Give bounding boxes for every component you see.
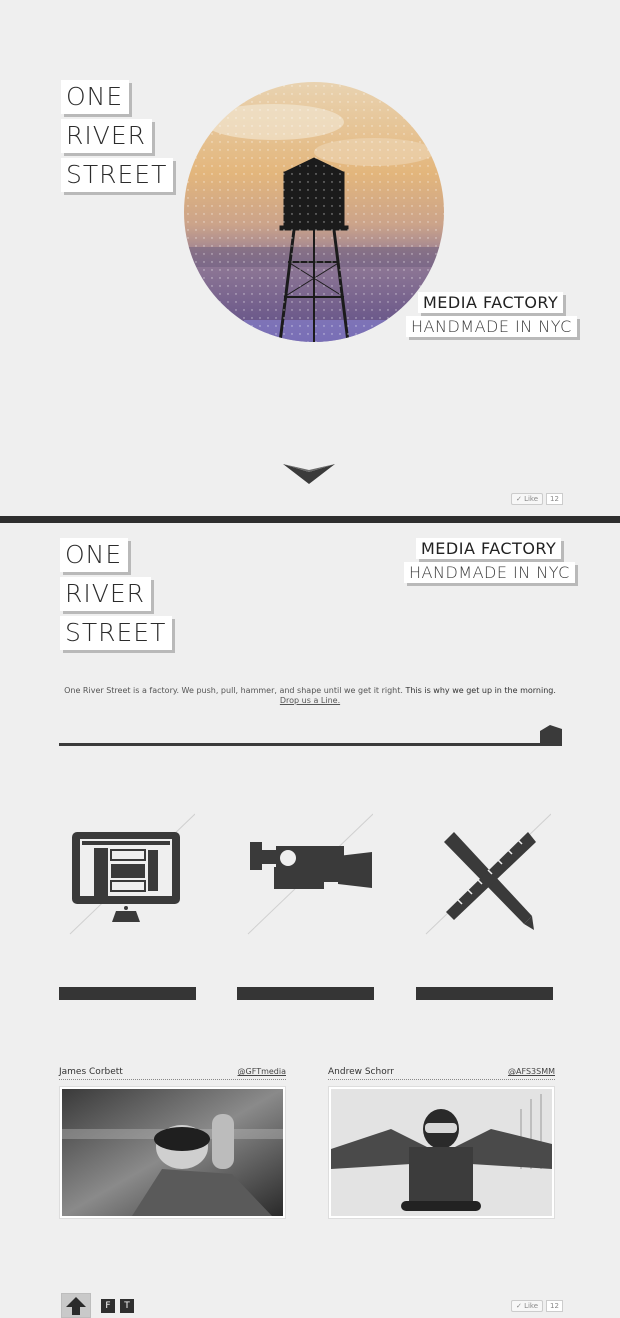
service-bar-video[interactable] (237, 987, 374, 1000)
video-camera-icon (250, 842, 372, 889)
pen-ruler-icon (444, 832, 536, 930)
logo-line-street: STREET (60, 616, 173, 650)
service-icon-video[interactable] (238, 812, 374, 941)
tagline-handmade: HANDMADE IN NYC (404, 562, 575, 583)
logo-line-river: RIVER (60, 577, 152, 611)
like-button[interactable]: ✓ Like (511, 1300, 544, 1312)
person-name: Andrew Schorr (328, 1067, 394, 1077)
tagline-media-factory: MEDIA FACTORY (418, 292, 564, 313)
back-to-top-button[interactable] (61, 1293, 91, 1318)
portrait-photo (59, 1086, 286, 1219)
like-widget-bottom[interactable]: ✓ Like 12 (511, 1300, 563, 1312)
team-card-james: James Corbett @GFTmedia (59, 1067, 286, 1219)
logo-line-one: ONE (61, 80, 130, 114)
twitter-link[interactable]: T (120, 1299, 134, 1313)
header-logo[interactable]: ONE RIVER STREET (60, 538, 173, 655)
service-icon-design[interactable] (416, 812, 552, 941)
intro-rule (59, 743, 562, 746)
service-bar-web[interactable] (59, 987, 196, 1000)
team-card-andrew: Andrew Schorr @AFS3SMM (328, 1067, 555, 1219)
logo-line-river: RIVER (61, 119, 153, 153)
hero-logo[interactable]: ONE RIVER STREET (61, 80, 174, 197)
scroll-down-chevron-icon[interactable] (283, 462, 335, 490)
header-tagline: MEDIA FACTORY HANDMADE IN NYC (404, 538, 575, 583)
like-button[interactable]: ✓ Like (511, 493, 544, 505)
facebook-link[interactable]: F (101, 1299, 115, 1313)
like-count: 12 (546, 493, 563, 505)
intro-sentence: One River Street is a factory. We push, … (64, 686, 403, 695)
twitter-handle-link[interactable]: @GFTmedia (238, 1067, 286, 1076)
service-bar-design[interactable] (416, 987, 553, 1000)
tagline-handmade: HANDMADE IN NYC (406, 316, 577, 337)
intro-emphasis: This is why we get up in the morning. (405, 686, 556, 695)
logo-line-one: ONE (60, 538, 129, 572)
like-widget-top[interactable]: ✓ Like 12 (511, 493, 563, 505)
portrait-photo (328, 1086, 555, 1219)
contact-link[interactable]: Drop us a Line. (280, 696, 340, 705)
water-tower-image (184, 82, 444, 342)
dotted-divider (59, 1079, 286, 1080)
twitter-handle-link[interactable]: @AFS3SMM (508, 1067, 555, 1076)
arrow-up-icon (66, 1296, 86, 1315)
logo-line-street: STREET (61, 158, 174, 192)
service-icon-web[interactable] (60, 812, 196, 941)
like-count: 12 (546, 1300, 563, 1312)
intro-text: One River Street is a factory. We push, … (60, 686, 560, 706)
monitor-icon (72, 832, 180, 922)
person-name: James Corbett (59, 1067, 123, 1077)
hero-tagline: MEDIA FACTORY HANDMADE IN NYC (406, 292, 577, 337)
section-divider (0, 516, 620, 523)
dotted-divider (328, 1079, 555, 1080)
tagline-media-factory: MEDIA FACTORY (416, 538, 562, 559)
